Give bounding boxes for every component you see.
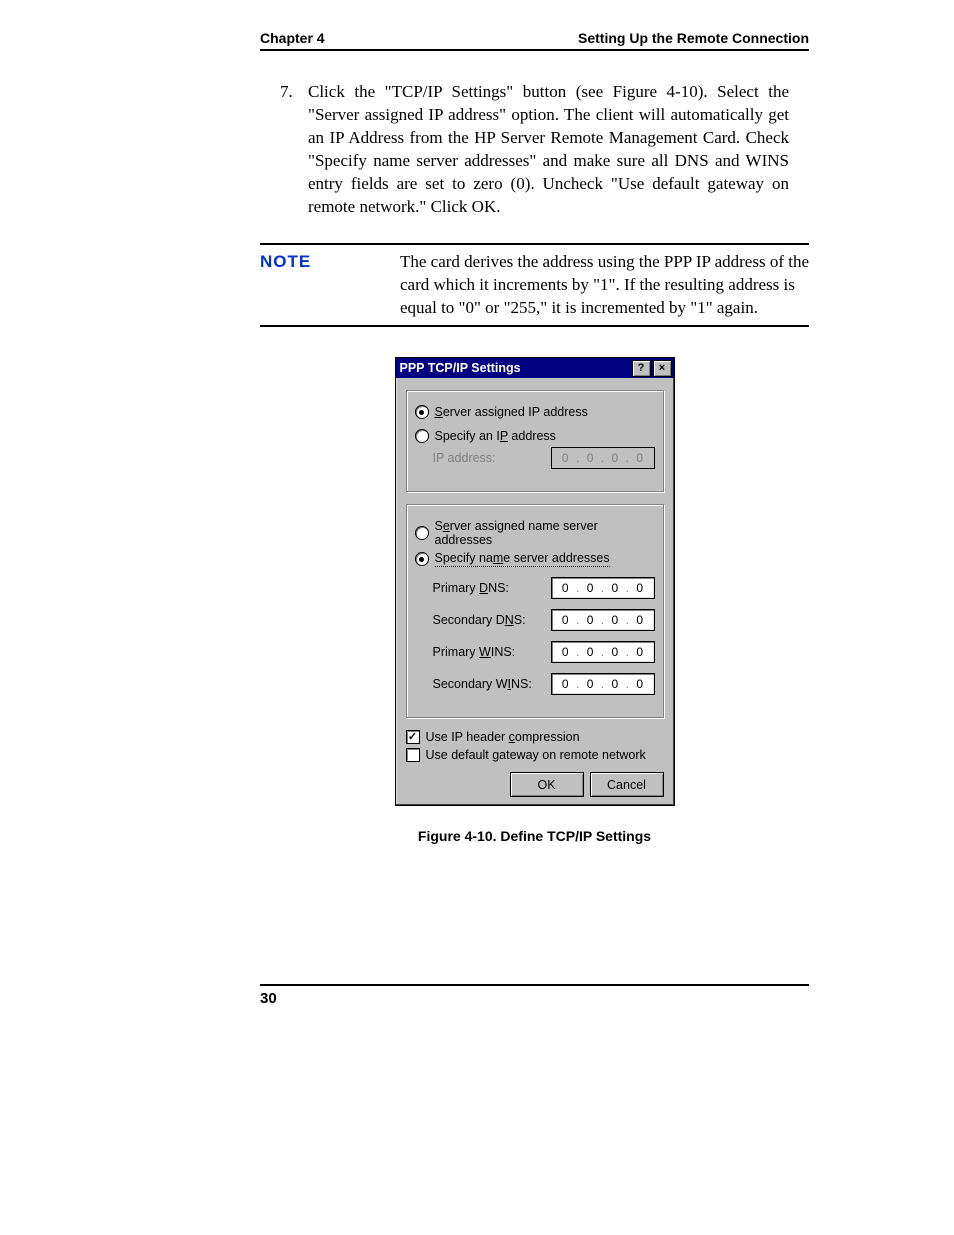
radio-icon (415, 405, 429, 419)
primary-dns-field[interactable]: 0. 0. 0. 0 (551, 577, 655, 599)
radio-specify-ip-label: Specify an IP address (435, 429, 556, 443)
chk-header-compression[interactable]: Use IP header compression (406, 730, 664, 744)
help-icon[interactable]: ? (632, 360, 651, 377)
chapter-label: Chapter 4 (260, 30, 325, 46)
radio-icon (415, 429, 429, 443)
radio-server-ns[interactable]: Server assigned name server addresses (415, 519, 655, 547)
ok-button[interactable]: OK (510, 772, 584, 797)
note-text: The card derives the address using the P… (400, 251, 809, 320)
dialog-title: PPP TCP/IP Settings (400, 361, 630, 375)
name-server-group: Server assigned name server addresses Sp… (406, 504, 664, 718)
note-block: NOTE The card derives the address using … (260, 243, 809, 328)
page-footer: 30 (260, 984, 809, 1007)
section-label: Setting Up the Remote Connection (578, 30, 809, 46)
secondary-dns-field[interactable]: 0. 0. 0. 0 (551, 609, 655, 631)
chk-default-gateway[interactable]: Use default gateway on remote network (406, 748, 664, 762)
radio-specify-ns-label: Specify name server addresses (435, 551, 610, 567)
secondary-wins-field[interactable]: 0. 0. 0. 0 (551, 673, 655, 695)
primary-wins-field[interactable]: 0. 0. 0. 0 (551, 641, 655, 663)
radio-icon (415, 552, 429, 566)
radio-icon (415, 526, 429, 540)
primary-wins-label: Primary WINS: (433, 645, 551, 659)
radio-server-ip-label: Server assigned IP address (435, 405, 588, 419)
primary-dns-label: Primary DNS: (433, 581, 551, 595)
ip-address-label: IP address: (433, 451, 551, 465)
ppp-tcpip-dialog: PPP TCP/IP Settings ? × Server assigned … (395, 357, 675, 806)
radio-server-ip[interactable]: Server assigned IP address (415, 405, 655, 419)
ip-address-group: Server assigned IP address Specify an IP… (406, 390, 664, 492)
chk-gateway-label: Use default gateway on remote network (426, 748, 646, 762)
secondary-dns-label: Secondary DNS: (433, 613, 551, 627)
cancel-button[interactable]: Cancel (590, 772, 664, 797)
ip-address-field: 0. 0. 0. 0 (551, 447, 655, 469)
close-icon[interactable]: × (653, 360, 672, 377)
dialog-titlebar: PPP TCP/IP Settings ? × (396, 358, 674, 378)
radio-specify-ns[interactable]: Specify name server addresses (415, 551, 655, 567)
radio-server-ns-label: Server assigned name server addresses (435, 519, 655, 547)
figure-caption: Figure 4-10. Define TCP/IP Settings (260, 828, 809, 844)
page-number: 30 (260, 990, 277, 1007)
step-7: 7. Click the "TCP/IP Settings" button (s… (280, 81, 789, 219)
page-header: Chapter 4 Setting Up the Remote Connecti… (260, 30, 809, 51)
step-text: Click the "TCP/IP Settings" button (see … (308, 81, 789, 219)
secondary-wins-label: Secondary WINS: (433, 677, 551, 691)
step-number: 7. (280, 81, 308, 219)
note-label: NOTE (260, 251, 400, 320)
checkbox-icon (406, 748, 420, 762)
radio-specify-ip[interactable]: Specify an IP address (415, 429, 655, 443)
chk-compression-label: Use IP header compression (426, 730, 580, 744)
checkbox-icon (406, 730, 420, 744)
